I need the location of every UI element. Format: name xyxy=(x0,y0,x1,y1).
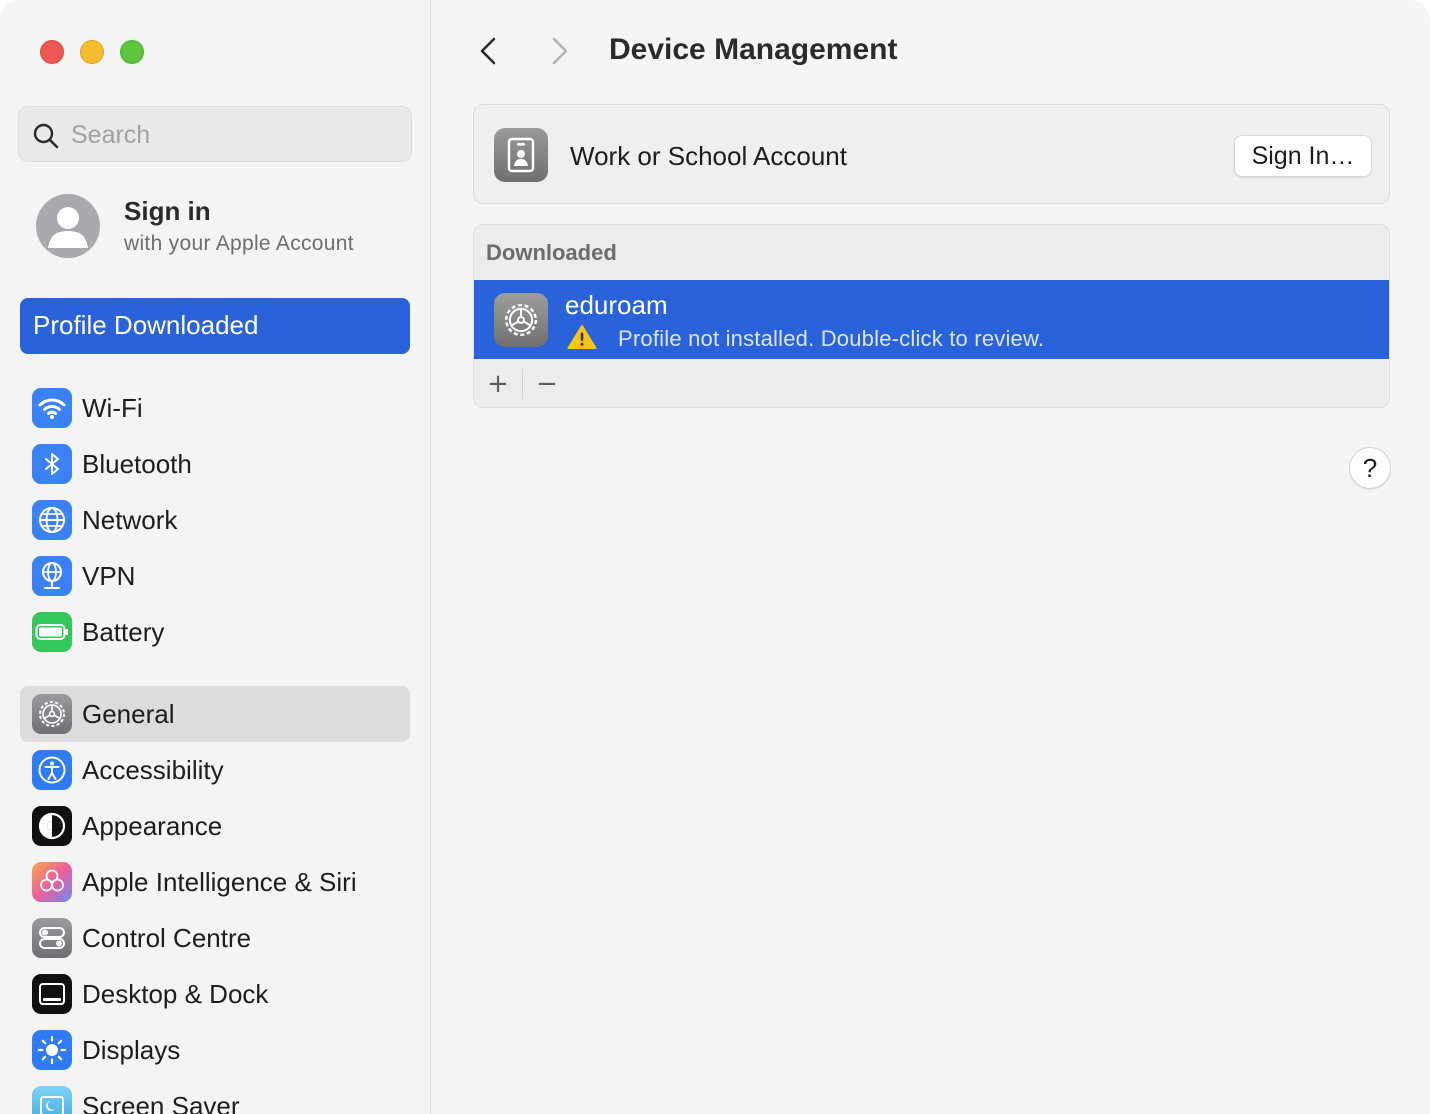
work-school-account-label: Work or School Account xyxy=(570,141,847,171)
sidebar-item-screen-saver[interactable]: Screen Saver xyxy=(20,1078,410,1114)
sidebar-item-label: Screen Saver xyxy=(82,1091,240,1114)
sidebar-item-control-centre[interactable]: Control Centre xyxy=(20,910,410,966)
wifi-icon xyxy=(32,388,72,428)
page-title: Device Management xyxy=(609,33,898,66)
minimize-window-button[interactable] xyxy=(80,40,104,64)
profile-row-eduroam[interactable]: eduroam Profile not installed. Double-cl… xyxy=(474,280,1389,359)
sign-in-button[interactable]: Sign In… xyxy=(1234,135,1372,177)
sidebar-item-vpn[interactable]: VPN xyxy=(20,548,410,604)
profile-downloaded-item[interactable]: Profile Downloaded xyxy=(20,298,410,354)
search-box[interactable] xyxy=(18,106,412,162)
bluetooth-icon xyxy=(32,444,72,484)
sidebar-item-label: Accessibility xyxy=(82,755,224,785)
sidebar-item-label: Desktop & Dock xyxy=(82,979,269,1009)
sun-icon xyxy=(32,1030,72,1070)
profile-status: Profile not installed. Double-click to r… xyxy=(618,326,1045,351)
sidebar-item-appearance[interactable]: Appearance xyxy=(20,798,410,854)
zoom-window-button[interactable] xyxy=(120,40,144,64)
profile-downloaded-label: Profile Downloaded xyxy=(33,310,259,340)
close-window-button[interactable] xyxy=(40,40,64,64)
work-school-account-card: Work or School Account Sign In… xyxy=(473,104,1390,204)
sidebar-item-label: Control Centre xyxy=(82,923,252,953)
sidebar-item-label: VPN xyxy=(82,561,136,591)
sidebar-item-label: Bluetooth xyxy=(82,449,192,479)
sidebar-item-accessibility[interactable]: Accessibility xyxy=(20,742,410,798)
sidebar-item-bluetooth[interactable]: Bluetooth xyxy=(20,436,410,492)
dock-icon xyxy=(32,974,72,1014)
sidebar-group-system: General Accessibility Appearance Apple I… xyxy=(20,686,410,1114)
appearance-icon xyxy=(32,806,72,846)
id-badge-icon xyxy=(494,128,548,182)
toggles-icon xyxy=(32,918,72,958)
account-title: Sign in xyxy=(124,196,211,226)
main-pane: Device Management Work or School Account… xyxy=(432,0,1430,1114)
forward-chevron-icon[interactable] xyxy=(542,34,576,68)
sidebar-item-wifi[interactable]: Wi-Fi xyxy=(20,380,410,436)
sidebar-item-general[interactable]: General xyxy=(20,686,410,742)
sidebar: Sign in with your Apple Account Profile … xyxy=(0,0,431,1114)
gear-icon xyxy=(32,694,72,734)
battery-icon xyxy=(32,612,72,652)
sidebar-item-label: Apple Intelligence & Siri xyxy=(82,867,357,897)
account-subtitle: with your Apple Account xyxy=(124,232,354,255)
settings-window: Sign in with your Apple Account Profile … xyxy=(0,0,1430,1114)
gear-icon xyxy=(494,293,548,347)
vpn-globe-icon xyxy=(32,556,72,596)
sidebar-item-label: Battery xyxy=(82,617,165,647)
sidebar-item-label: Displays xyxy=(82,1035,181,1065)
toolbar-divider xyxy=(522,369,523,399)
sidebar-item-label: Wi-Fi xyxy=(82,393,143,423)
sidebar-item-desktop-dock[interactable]: Desktop & Dock xyxy=(20,966,410,1022)
sidebar-item-network[interactable]: Network xyxy=(20,492,410,548)
profile-name: eduroam xyxy=(565,290,668,320)
search-icon xyxy=(33,123,59,149)
sidebar-group-network: Wi-Fi Bluetooth Network VPN Battery xyxy=(20,380,410,660)
search-input[interactable] xyxy=(71,117,401,153)
back-chevron-icon[interactable] xyxy=(472,34,506,68)
siri-icon xyxy=(32,862,72,902)
sidebar-item-label: General xyxy=(82,699,175,729)
person-icon xyxy=(48,207,88,248)
remove-profile-button[interactable]: − xyxy=(524,365,570,403)
list-toolbar: + − xyxy=(474,359,1389,407)
add-profile-button[interactable]: + xyxy=(475,365,521,403)
section-header-downloaded: Downloaded xyxy=(486,240,617,265)
sidebar-item-battery[interactable]: Battery xyxy=(20,604,410,660)
warning-icon xyxy=(567,325,597,349)
globe-icon xyxy=(32,500,72,540)
help-button[interactable]: ? xyxy=(1349,447,1391,489)
sidebar-item-label: Network xyxy=(82,505,178,535)
sidebar-item-label: Appearance xyxy=(82,811,223,841)
screensaver-icon xyxy=(32,1086,72,1114)
downloaded-profiles-list: Downloaded eduroam Profile not installed… xyxy=(473,224,1390,408)
accessibility-icon xyxy=(32,750,72,790)
sidebar-item-displays[interactable]: Displays xyxy=(20,1022,410,1078)
sidebar-item-apple-intelligence-siri[interactable]: Apple Intelligence & Siri xyxy=(20,854,410,910)
avatar xyxy=(36,194,100,258)
apple-account-signin[interactable]: Sign in with your Apple Account xyxy=(36,194,416,262)
